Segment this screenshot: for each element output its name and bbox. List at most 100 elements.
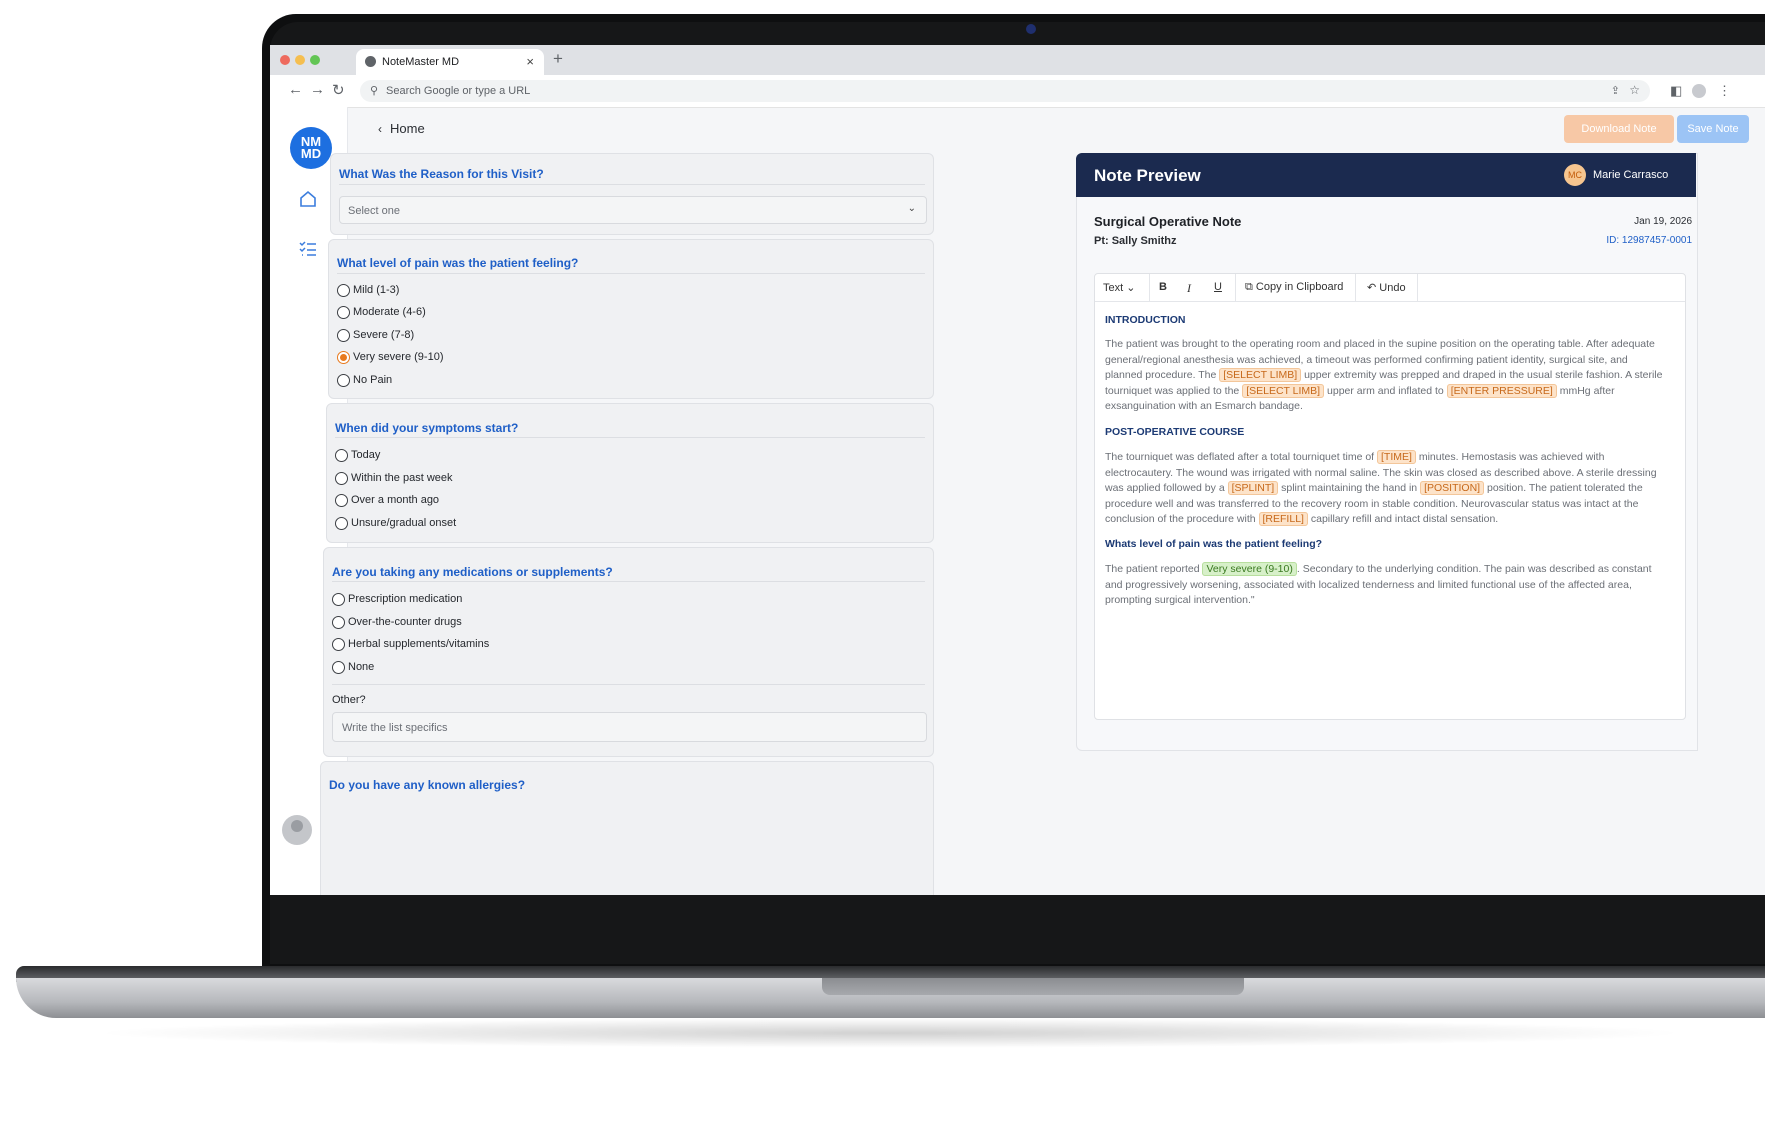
star-icon[interactable]: ☆ bbox=[1629, 83, 1640, 97]
user-initials-avatar[interactable]: MC bbox=[1564, 164, 1586, 186]
radio-button[interactable] bbox=[332, 616, 345, 629]
divider bbox=[337, 273, 925, 274]
section-heading: Whats level of pain was the patient feel… bbox=[1105, 538, 1323, 550]
patient-name: Pt: Sally Smithz bbox=[1094, 235, 1177, 247]
radio-button-selected[interactable] bbox=[337, 351, 350, 364]
postop-paragraph: The tourniquet was deflated after a tota… bbox=[1105, 450, 1665, 528]
reason-card: What Was the Reason for this Visit? Sele… bbox=[330, 153, 934, 235]
undo-button[interactable]: ↶ Undo bbox=[1367, 281, 1406, 294]
radio-button[interactable] bbox=[335, 517, 348, 530]
reason-select[interactable]: Select one ⌄ bbox=[339, 196, 927, 224]
download-note-button[interactable]: Download Note bbox=[1564, 115, 1674, 143]
undo-label: Undo bbox=[1379, 282, 1406, 294]
menu-icon[interactable]: ⋮ bbox=[1718, 83, 1731, 99]
radio-button[interactable] bbox=[335, 449, 348, 462]
app-logo[interactable]: NM MD bbox=[290, 127, 332, 169]
other-label: Other? bbox=[332, 694, 366, 706]
close-window-button[interactable] bbox=[280, 55, 290, 65]
radio-button[interactable] bbox=[335, 494, 348, 507]
note-editor[interactable]: Text ⌄ B I U ⧉ Copy in Clipboard ↶ Undo … bbox=[1094, 273, 1686, 720]
section-heading: POST-OPERATIVE COURSE bbox=[1105, 426, 1245, 438]
home-icon[interactable] bbox=[298, 189, 318, 215]
text-run: The patient reported bbox=[1105, 563, 1200, 575]
medications-option-label: Over-the-counter drugs bbox=[348, 616, 462, 628]
placeholder-tag[interactable]: [ENTER PRESSURE] bbox=[1446, 383, 1557, 398]
placeholder-tag[interactable]: [SELECT LIMB] bbox=[1242, 383, 1325, 398]
screen: NoteMaster MD × + ← → ↻ ⚲ Search Google … bbox=[270, 45, 1765, 895]
back-home-link[interactable]: ‹ Home bbox=[378, 121, 425, 136]
profile-icon[interactable] bbox=[1692, 84, 1706, 98]
note-preview-header: Note Preview MC Marie Carrasco bbox=[1076, 153, 1696, 197]
placeholder-tag[interactable]: [POSITION] bbox=[1420, 481, 1485, 496]
pain-option-label: No Pain bbox=[353, 374, 393, 386]
copy-clipboard-label: Copy in Clipboard bbox=[1255, 281, 1344, 293]
divider bbox=[335, 437, 925, 438]
share-icon[interactable]: ⇪ bbox=[1611, 84, 1620, 97]
bold-icon[interactable]: B bbox=[1159, 281, 1167, 293]
symptoms-option-label: Unsure/gradual onset bbox=[351, 517, 457, 529]
note-id: ID: 12987457-0001 bbox=[1606, 235, 1692, 246]
radio-button[interactable] bbox=[337, 284, 350, 297]
reload-icon[interactable]: ↻ bbox=[332, 81, 345, 99]
editor-toolbar: Text ⌄ B I U ⧉ Copy in Clipboard ↶ Undo bbox=[1095, 274, 1685, 302]
tab-title: NoteMaster MD bbox=[382, 56, 460, 68]
radio-button[interactable] bbox=[337, 306, 350, 319]
medications-option-label: Herbal supplements/vitamins bbox=[348, 638, 490, 650]
text-style-dropdown[interactable]: Text ⌄ bbox=[1103, 281, 1135, 294]
pain-option-label: Mild (1-3) bbox=[353, 284, 400, 296]
medications-question: Are you taking any medications or supple… bbox=[332, 565, 613, 579]
back-home-label: Home bbox=[390, 121, 425, 136]
checklist-icon[interactable] bbox=[298, 239, 318, 265]
browser-tab[interactable]: NoteMaster MD × bbox=[356, 49, 544, 75]
underline-icon[interactable]: U bbox=[1214, 281, 1222, 293]
laptop-camera bbox=[1026, 24, 1036, 34]
undo-icon: ↶ bbox=[1367, 282, 1377, 294]
italic-icon[interactable]: I bbox=[1187, 281, 1191, 296]
chevron-down-icon: ⌄ bbox=[1126, 282, 1136, 294]
reason-question: What Was the Reason for this Visit? bbox=[339, 167, 544, 181]
answer-tag[interactable]: Very severe (9-10) bbox=[1202, 562, 1297, 576]
radio-button[interactable] bbox=[335, 472, 348, 485]
copy-icon: ⧉ bbox=[1245, 281, 1253, 293]
radio-button[interactable] bbox=[332, 638, 345, 651]
logo-line2: MD bbox=[300, 146, 322, 161]
other-input-placeholder: Write the list specifics bbox=[342, 722, 448, 734]
symptoms-card: When did your symptoms start? Today With… bbox=[326, 403, 934, 543]
toolbar-divider bbox=[1149, 274, 1150, 301]
search-icon: ⚲ bbox=[370, 85, 379, 97]
back-arrow-icon[interactable]: ← bbox=[288, 81, 303, 98]
placeholder-tag[interactable]: [TIME] bbox=[1377, 450, 1416, 464]
copy-clipboard-button[interactable]: ⧉ Copy in Clipboard bbox=[1245, 281, 1343, 294]
section-heading: INTRODUCTION bbox=[1105, 314, 1186, 326]
toolbar-divider bbox=[1235, 274, 1236, 301]
forward-arrow-icon[interactable]: → bbox=[310, 81, 325, 98]
note-date: Jan 19, 2026 bbox=[1634, 216, 1692, 227]
sidepanel-icon[interactable]: ◧ bbox=[1670, 83, 1682, 99]
radio-button[interactable] bbox=[332, 593, 345, 606]
browser-tab-strip: NoteMaster MD × + bbox=[270, 45, 1765, 75]
radio-button[interactable] bbox=[337, 329, 350, 342]
reason-select-value: Select one bbox=[348, 205, 400, 217]
text-run: splint maintaining the hand in bbox=[1281, 482, 1418, 495]
text-run: capillary refill and intact distal sensa… bbox=[1310, 513, 1499, 526]
save-note-button[interactable]: Save Note bbox=[1677, 115, 1749, 143]
other-input[interactable]: Write the list specifics bbox=[332, 712, 927, 742]
user-avatar[interactable] bbox=[282, 815, 312, 845]
chevron-down-icon: ⌄ bbox=[907, 203, 916, 214]
radio-button[interactable] bbox=[337, 374, 350, 387]
favicon-icon bbox=[365, 56, 376, 67]
address-bar[interactable]: ⚲ Search Google or type a URL ⇪ ☆ bbox=[360, 80, 1650, 102]
radio-button[interactable] bbox=[332, 661, 345, 674]
placeholder-tag[interactable]: [SELECT LIMB] bbox=[1219, 368, 1302, 383]
maximize-window-button[interactable] bbox=[310, 55, 320, 65]
symptoms-option-label: Within the past week bbox=[351, 472, 453, 484]
laptop-shadow bbox=[90, 1018, 1690, 1048]
allergies-question: Do you have any known allergies? bbox=[329, 778, 526, 792]
minimize-window-button[interactable] bbox=[295, 55, 305, 65]
medications-option-label: Prescription medication bbox=[348, 593, 463, 605]
pain-option-label: Severe (7-8) bbox=[353, 329, 415, 341]
new-tab-button[interactable]: + bbox=[553, 49, 563, 69]
placeholder-tag[interactable]: [REFILL] bbox=[1258, 512, 1308, 527]
placeholder-tag[interactable]: [SPLINT] bbox=[1227, 481, 1279, 496]
tab-close-icon[interactable]: × bbox=[526, 54, 534, 69]
